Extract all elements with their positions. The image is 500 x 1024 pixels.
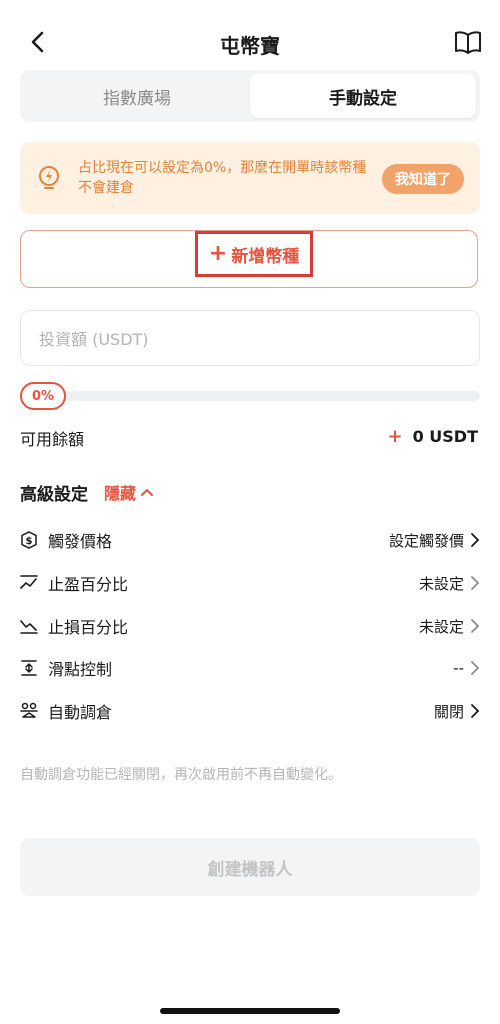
dollar-icon: $	[20, 531, 38, 549]
trend-up-icon	[20, 574, 38, 592]
advanced-toggle-button[interactable]: 隱藏	[104, 480, 154, 504]
setting-label: 觸發價格	[48, 532, 113, 551]
investment-input[interactable]	[37, 311, 461, 367]
chevron-right-icon	[471, 619, 480, 633]
chevron-right-icon	[471, 704, 480, 718]
setting-value-text: 關閉	[433, 702, 464, 721]
setting-row-take-profit[interactable]: 止盈百分比 未設定	[20, 569, 480, 597]
setting-value: --	[453, 659, 480, 677]
tab-index-plaza[interactable]: 指數廣場	[24, 74, 250, 118]
add-coin-highlight[interactable]: + 新增幣種	[195, 231, 313, 277]
allocation-slider-track[interactable]	[20, 391, 480, 401]
advanced-settings-title: 高級設定	[20, 485, 88, 505]
chevron-right-icon	[471, 661, 480, 675]
setting-label: 止損百分比	[48, 618, 129, 637]
add-coin-button[interactable]: + 新增幣種	[20, 230, 478, 288]
chevron-right-icon	[471, 533, 480, 547]
setting-value: 未設定	[419, 616, 480, 637]
available-balance-value: 0 USDT	[412, 427, 478, 446]
setting-value: 關閉	[434, 701, 480, 722]
setting-value-text: --	[453, 659, 464, 677]
book-icon	[455, 31, 481, 54]
notice-banner: 占比現在可以設定為0%，那麼在開單時該幣種不會建倉 我知道了	[20, 142, 480, 214]
plus-icon: +	[208, 241, 228, 266]
setting-value-text: 未設定	[418, 617, 464, 636]
home-indicator[interactable]	[160, 1008, 340, 1014]
allocation-slider-thumb[interactable]: 0%	[20, 382, 66, 410]
setting-row-trigger-price[interactable]: $ 觸發價格 設定觸發價	[20, 526, 480, 554]
setting-value: 設定觸發價	[389, 530, 480, 551]
slippage-icon	[20, 659, 38, 677]
tab-manual-settings[interactable]: 手動設定	[250, 74, 476, 118]
add-coin-label: 新增幣種	[231, 246, 300, 267]
setting-value: 未設定	[419, 573, 480, 594]
page-title: 屯幣寶	[220, 34, 280, 58]
chevron-up-icon	[141, 489, 154, 496]
investment-field[interactable]	[20, 310, 480, 367]
svg-text:$: $	[26, 536, 33, 547]
setting-row-stop-loss[interactable]: 止損百分比 未設定	[20, 612, 480, 640]
setting-value-text: 未設定	[418, 574, 464, 593]
available-balance: + 0 USDT	[387, 426, 478, 447]
setting-label: 止盈百分比	[48, 575, 129, 594]
advanced-toggle-label: 隱藏	[104, 484, 137, 503]
setting-value-text: 設定觸發價	[388, 531, 464, 550]
rebalance-icon	[20, 702, 38, 720]
guide-button[interactable]	[454, 29, 482, 55]
mode-tabs: 指數廣場 手動設定	[20, 70, 480, 122]
chevron-right-icon	[471, 576, 480, 590]
auto-rebalance-footnote: 自動調倉功能已經關閉，再次啟用前不再自動變化。	[20, 767, 342, 783]
setting-label: 滑點控制	[48, 660, 113, 679]
trend-down-icon	[20, 617, 38, 635]
lightbulb-icon	[36, 164, 62, 192]
available-balance-label: 可用餘額	[20, 430, 85, 449]
notice-text: 占比現在可以設定為0%，那麼在開單時該幣種不會建倉	[78, 160, 367, 196]
deposit-plus-icon[interactable]: +	[387, 426, 402, 447]
got-it-button[interactable]: 我知道了	[382, 164, 464, 194]
create-bot-button[interactable]: 創建機器人	[20, 838, 480, 896]
setting-row-auto-rebalance[interactable]: 自動調倉 關閉	[20, 697, 480, 725]
setting-label: 自動調倉	[48, 703, 113, 722]
setting-row-slippage[interactable]: 滑點控制 --	[20, 654, 480, 682]
